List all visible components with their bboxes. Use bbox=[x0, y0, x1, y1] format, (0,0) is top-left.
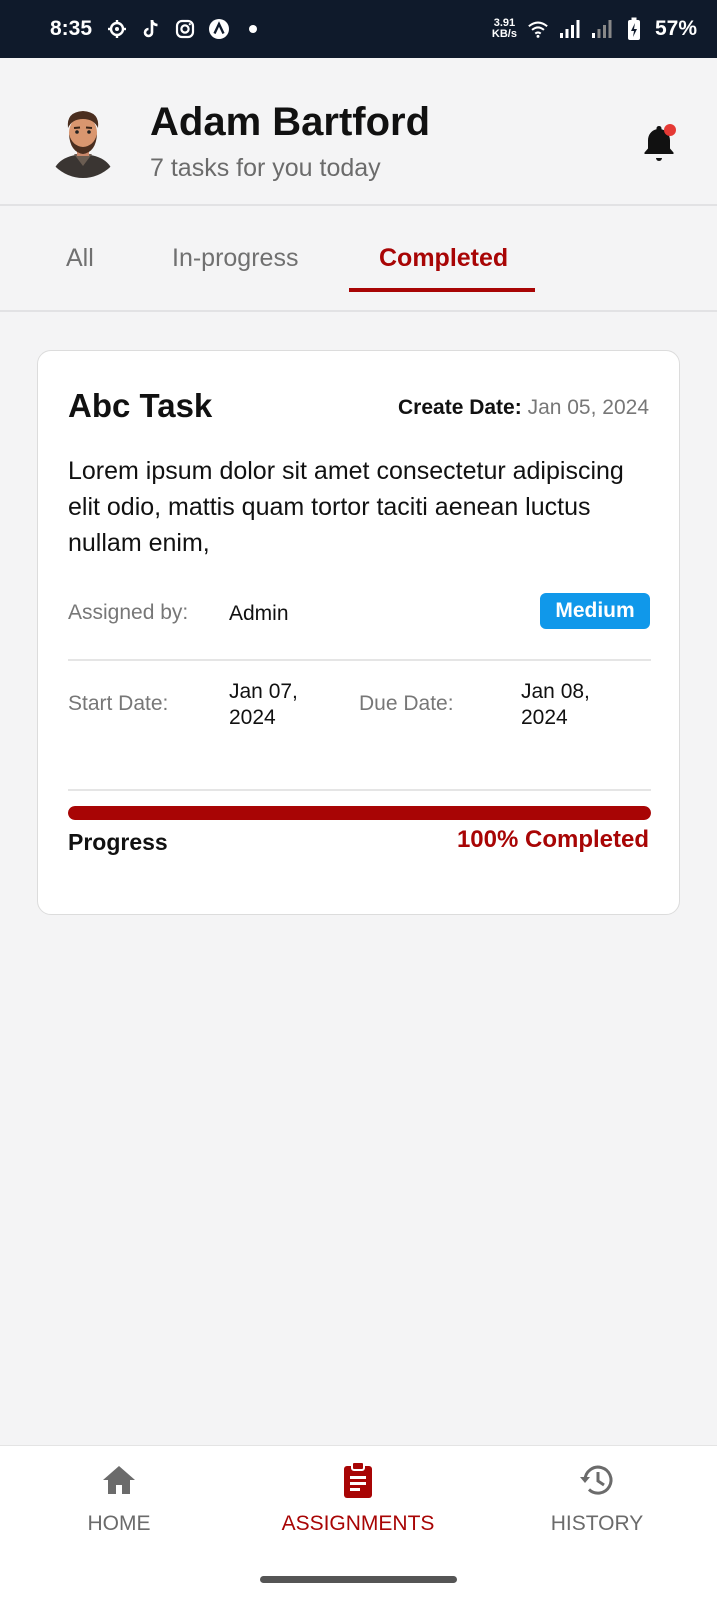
start-date-value: Jan 07, 2024 bbox=[229, 680, 298, 729]
task-filter-tabs: All In-progress Completed bbox=[0, 206, 717, 312]
start-date-label: Start Date: bbox=[68, 692, 169, 715]
nav-home[interactable]: HOME bbox=[19, 1460, 219, 1536]
assigned-by-label: Assigned by: bbox=[68, 601, 189, 624]
status-bar: 8:35 3.91 KB/s 57% bbox=[0, 0, 717, 58]
nav-home-label: HOME bbox=[87, 1512, 151, 1535]
gesture-home-indicator[interactable] bbox=[260, 1576, 457, 1583]
app-header: Adam Bartford 7 tasks for you today bbox=[0, 58, 717, 206]
notification-dot bbox=[664, 124, 676, 136]
dot-icon bbox=[242, 18, 264, 40]
status-system-icons: 3.91 KB/s 57% bbox=[492, 17, 697, 41]
nav-assignments-label: ASSIGNMENTS bbox=[281, 1512, 435, 1535]
nav-assignments[interactable]: ASSIGNMENTS bbox=[258, 1460, 458, 1536]
task-title: Abc Task bbox=[68, 387, 213, 424]
avatar[interactable] bbox=[44, 100, 122, 178]
tiktok-icon bbox=[140, 18, 162, 40]
divider bbox=[68, 659, 651, 661]
progress-bar-fill bbox=[68, 806, 651, 820]
due-date-value: Jan 08, 2024 bbox=[521, 680, 590, 729]
assigned-by-value: Admin bbox=[229, 602, 289, 625]
create-date-value: Jan 05, 2024 bbox=[527, 396, 649, 419]
network-speed: 3.91 KB/s bbox=[492, 18, 517, 40]
tab-in-progress[interactable]: In-progress bbox=[172, 244, 298, 273]
network-speed-unit: KB/s bbox=[491, 28, 517, 40]
progress-status: 100% Completed bbox=[456, 826, 649, 853]
progress-bar bbox=[68, 806, 651, 820]
wifi-icon bbox=[527, 18, 549, 40]
app-icon bbox=[208, 18, 230, 40]
divider bbox=[68, 789, 651, 791]
status-time: 8:35 bbox=[50, 17, 93, 40]
home-icon bbox=[103, 1466, 135, 1494]
create-date: Create Date: Jan 05, 2024 bbox=[398, 396, 649, 420]
user-name: Adam Bartford bbox=[150, 100, 431, 144]
task-description: Lorem ipsum dolor sit amet consectetur a… bbox=[68, 457, 624, 557]
battery-charging-icon bbox=[623, 17, 645, 40]
priority-badge: Medium bbox=[540, 593, 650, 629]
task-card[interactable]: Abc Task Create Date: Jan 05, 2024 Lorem… bbox=[37, 350, 680, 915]
nav-history[interactable]: HISTORY bbox=[497, 1460, 697, 1536]
tasks-summary: 7 tasks for you today bbox=[150, 154, 381, 182]
bell-icon bbox=[644, 124, 676, 161]
nav-history-label: HISTORY bbox=[550, 1512, 644, 1535]
battery-percent: 57% bbox=[654, 17, 697, 40]
active-tab-indicator bbox=[349, 288, 535, 292]
settings-icon bbox=[106, 18, 128, 40]
progress-label: Progress bbox=[68, 829, 168, 855]
due-date-label: Due Date: bbox=[359, 692, 454, 715]
signal-weak-icon bbox=[591, 18, 613, 40]
clipboard-icon bbox=[344, 1461, 372, 1498]
notification-button[interactable] bbox=[636, 120, 682, 166]
tab-all[interactable]: All bbox=[66, 244, 94, 273]
tab-completed[interactable]: Completed bbox=[379, 244, 508, 273]
history-icon bbox=[580, 1465, 613, 1495]
create-date-label: Create Date: bbox=[398, 396, 522, 419]
status-notification-icons bbox=[106, 18, 264, 40]
instagram-icon bbox=[174, 18, 196, 40]
signal-icon bbox=[559, 18, 581, 40]
avatar-image bbox=[44, 100, 122, 178]
